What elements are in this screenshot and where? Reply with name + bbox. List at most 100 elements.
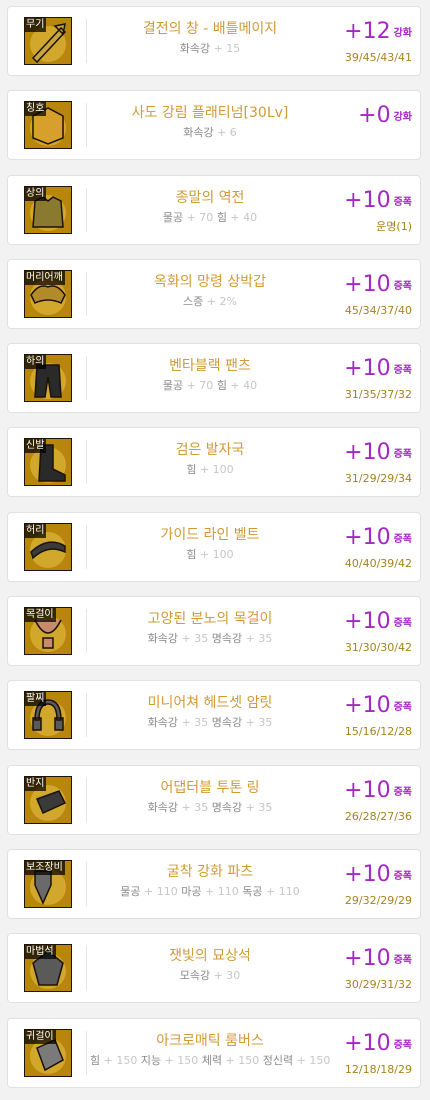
stat-value: + 40 [226,379,258,393]
equipment-card-5[interactable]: 신발 검은 발자국 힘 + 100 +10 증폭 31/29/29/34 [7,427,421,498]
item-icon[interactable]: 머리어깨 [24,269,72,318]
item-icon[interactable]: 무기 [24,17,72,65]
upgrade-type: 증폭 [393,1039,412,1051]
stat-value: + 150 [293,1053,331,1067]
upgrade-value: +0 [358,103,391,129]
item-icon[interactable]: 칭호 [24,101,72,150]
equipment-card-8[interactable]: 팔찌 미니어쳐 헤드셋 암릿 화속강 + 35 명속강 + 35 +10 증폭 1… [7,680,421,751]
equipment-card-6[interactable]: 허리 가이드 라인 벨트 힘 + 100 +10 증폭 40/40/39/42 [7,511,421,582]
item-icon[interactable]: 마법석 [24,944,72,993]
item-icon[interactable]: 목걸이 [24,607,72,656]
equipment-card-10[interactable]: 보조장비 굴착 강화 파츠 물공 + 110 마공 + 110 독공 + 110… [7,848,421,919]
stat-value: + 35 [178,716,209,730]
item-icon[interactable]: 귀걸이 [24,1028,72,1077]
upgrade-type: 증폭 [393,196,412,208]
item-stats: 물공 + 110 마공 + 110 독공 + 110 [90,885,330,899]
upgrade-level: +10 증폭 [344,778,412,803]
upgrade-type: 증폭 [393,365,412,377]
stat-value: + 70 [183,379,214,393]
stat-value: + 110 [140,884,178,898]
item-icon[interactable]: 보조장비 [24,859,72,908]
item-stats: 화속강 + 6 [90,126,330,140]
upgrade-value: +10 [344,693,391,719]
item-extra: 31/30/30/42 [344,641,412,655]
item-extra: 31/29/29/34 [344,472,412,486]
upgrade-type: 증폭 [393,449,412,461]
upgrade-level: +0 강화 [358,104,412,128]
stat-label: 화속강 [147,716,179,730]
item-icon[interactable]: 신발 [24,438,72,487]
item-name: 미니어쳐 헤드셋 암릿 [147,695,273,712]
stat-label: 명속강 [211,716,243,730]
stat-label: 스증 [183,294,204,308]
upgrade-type: 강화 [393,28,412,39]
divider [86,440,87,485]
stat-value: + 35 [178,800,209,814]
equipment-card-12[interactable]: 귀걸이 아크로매틱 룸버스 힘 + 150 지능 + 150 체력 + 150 … [7,1017,421,1088]
stat-label: 체력 [201,1053,223,1067]
divider [86,356,87,401]
divider [86,861,87,906]
upgrade-value: +10 [344,861,391,887]
equipment-card-7[interactable]: 목걸이 고양된 분노의 목걸이 화속강 + 35 명속강 + 35 +10 증폭 … [7,596,421,667]
item-icon[interactable]: 반지 [24,775,72,824]
upgrade-type: 증폭 [393,870,412,882]
equipment-list: 무기 결전의 창 - 배틀메이지 화속강 + 15 +12 강화 39/45/43… [0,0,430,1088]
stat-value: + 150 [222,1053,260,1067]
stat-label: 마공 [181,884,202,898]
divider [86,19,87,63]
item-icon[interactable]: 상의 [24,185,72,234]
divider [86,609,87,654]
upgrade-value: +10 [344,524,391,550]
equipment-card-3[interactable]: 머리어깨 옥화의 망령 상박갑 스증 + 2% +10 증폭 45/34/37/4… [7,258,421,329]
stat-value: + 110 [262,884,300,898]
item-extra: 45/34/37/40 [344,303,412,317]
equipment-card-1[interactable]: 칭호 사도 강림 플래티넘[30Lv] 화속강 + 6 +0 강화 [7,90,421,161]
slot-label: 신발 [25,439,47,454]
item-name: 사도 강림 플래티넘[30Lv] [131,105,289,122]
item-name: 아크로매틱 룸버스 [156,1032,264,1049]
stat-label: 물공 [162,210,184,224]
equipment-card-4[interactable]: 하의 벤타블랙 팬츠 물공 + 70 힘 + 40 +10 증폭 31/35/37… [7,343,421,414]
stat-value: + 100 [196,463,234,477]
stat-label: 지능 [140,1053,162,1067]
stat-label: 힘 [186,463,197,477]
upgrade-type: 증폭 [393,955,412,967]
equipment-card-11[interactable]: 마법석 잿빛의 묘상석 모속강 + 30 +10 증폭 30/29/31/32 [7,933,421,1004]
item-icon[interactable]: 팔찌 [24,691,72,740]
upgrade-level: +10 증폭 [344,272,412,297]
item-icon[interactable]: 허리 [24,522,72,571]
item-name: 굴착 강화 파츠 [166,863,254,880]
item-name: 어댑터블 투톤 링 [160,779,260,796]
item-extra: 30/29/31/32 [344,978,412,992]
item-stats: 힘 + 100 [90,548,330,562]
upgrade-level: +10 증폭 [344,1030,412,1056]
item-icon[interactable]: 하의 [24,354,72,403]
item-stats: 화속강 + 35 명속강 + 35 [90,716,330,730]
item-name: 잿빛의 묘상석 [169,948,251,965]
stat-label: 화속강 [147,632,179,646]
upgrade-value: +10 [344,609,391,635]
equipment-card-2[interactable]: 상의 종말의 역전 물공 + 70 힘 + 40 +10 증폭 운명(1) [7,174,421,245]
slot-label: 반지 [25,776,47,791]
equipment-card-9[interactable]: 반지 어댑터블 투톤 링 화속강 + 35 명속강 + 35 +10 증폭 26/… [7,764,421,835]
divider [86,777,87,822]
divider [86,271,87,316]
divider [86,1030,87,1075]
upgrade-level: +10 증폭 [344,861,412,887]
stat-label: 모속강 [179,969,211,983]
slot-label: 칭호 [25,102,47,117]
upgrade-value: +10 [344,1030,391,1056]
item-extra: 40/40/39/42 [344,556,412,570]
equipment-card-0[interactable]: 무기 결전의 창 - 배틀메이지 화속강 + 15 +12 강화 39/45/43… [7,6,421,76]
slot-label: 보조장비 [25,860,65,875]
divider [86,524,87,569]
stat-label: 화속강 [183,126,214,140]
item-stats: 물공 + 70 힘 + 40 [90,211,330,225]
stat-label: 힘 [90,1053,101,1067]
stat-value: + 15 [210,42,241,55]
stat-label: 힘 [216,379,227,393]
item-stats: 힘 + 100 [90,463,330,477]
upgrade-level: +10 증폭 [344,188,412,213]
stat-label: 화속강 [147,800,179,814]
